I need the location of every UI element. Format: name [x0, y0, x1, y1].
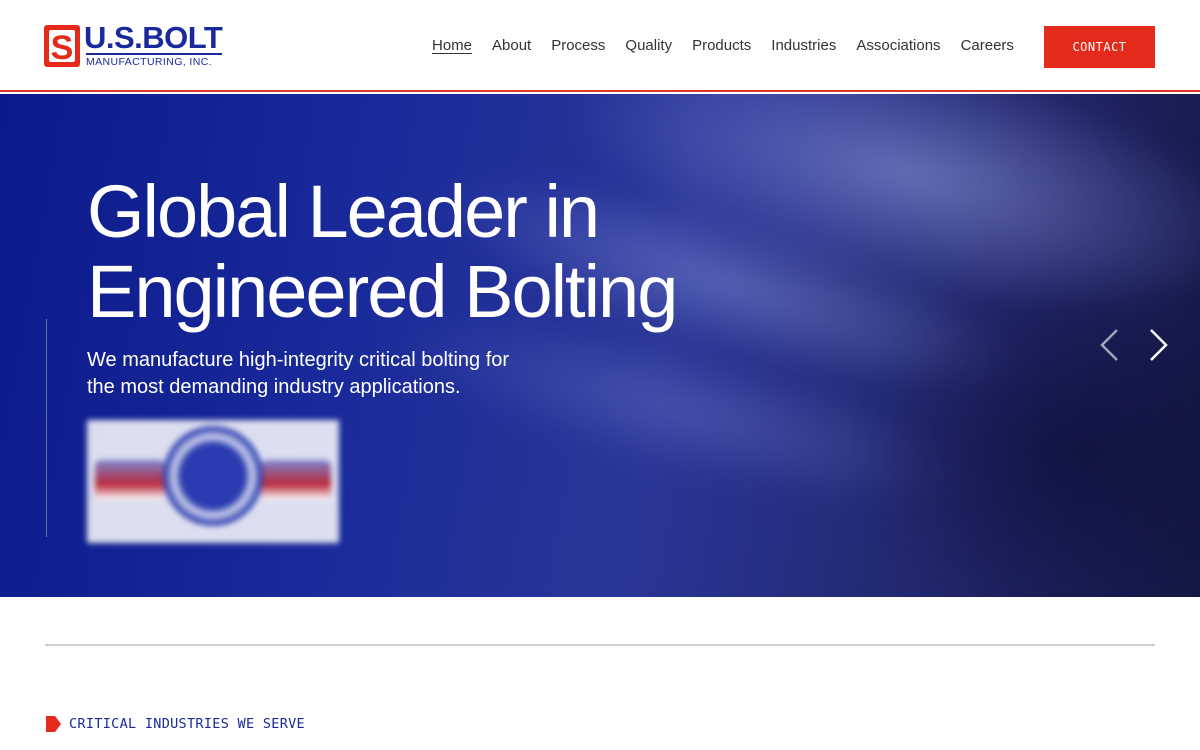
nav-item-process[interactable]: Process: [541, 37, 615, 55]
chevron-left-icon: [1100, 329, 1118, 361]
brand-subtitle: MANUFACTURING, INC.: [86, 56, 213, 68]
nav-item-quality[interactable]: Quality: [615, 37, 682, 55]
site-header: S U.S.BOLT MANUFACTURING, INC. Home Abou…: [0, 0, 1200, 92]
nav-item-products[interactable]: Products: [682, 37, 761, 55]
section-heading-text: CRITICAL INDUSTRIES WE SERVE: [69, 716, 305, 732]
nav-item-careers[interactable]: Careers: [951, 37, 1024, 55]
flag-marker-icon: [46, 716, 61, 732]
nav-item-home[interactable]: Home: [422, 37, 482, 55]
badge-wing-left: [95, 460, 165, 500]
contact-button[interactable]: CONTACT: [1044, 26, 1155, 68]
nav-item-industries[interactable]: Industries: [761, 37, 846, 55]
section-heading: CRITICAL INDUSTRIES WE SERVE: [45, 716, 305, 732]
svg-text:S: S: [51, 29, 74, 67]
hero-accent-line: [46, 319, 47, 537]
nav-item-associations[interactable]: Associations: [846, 37, 950, 55]
chevron-right-icon: [1150, 329, 1168, 361]
section-divider: [45, 644, 1155, 646]
hero-subtitle: We manufacture high-integrity critical b…: [87, 347, 547, 401]
badge-wing-right: [261, 460, 331, 500]
hero-title: Global Leader in Engineered Bolting: [87, 172, 847, 332]
hero-subtitle-line1: We manufacture high-integrity critical b…: [87, 349, 510, 371]
main-nav: Home About Process Quality Products Indu…: [422, 37, 1024, 55]
badge-seal: [163, 426, 263, 526]
slider-next-button[interactable]: [1148, 328, 1170, 362]
brand-rule: [86, 53, 222, 55]
slider-prev-button[interactable]: [1098, 328, 1120, 362]
certification-badge-image: [87, 420, 339, 543]
hero-subtitle-line2: the most demanding industry applications…: [87, 376, 461, 398]
hero-background-shadow: [860, 274, 1200, 597]
hero-title-line2: Engineered Bolting: [87, 250, 678, 333]
nav-item-about[interactable]: About: [482, 37, 541, 55]
hero-title-line1: Global Leader in: [87, 170, 600, 253]
brand-name: U.S.BOLT: [84, 20, 223, 55]
brand-logo[interactable]: S U.S.BOLT MANUFACTURING, INC.: [44, 20, 224, 70]
hero-slider: Global Leader in Engineered Bolting We m…: [0, 94, 1200, 597]
logo-s-icon: S: [44, 25, 80, 67]
